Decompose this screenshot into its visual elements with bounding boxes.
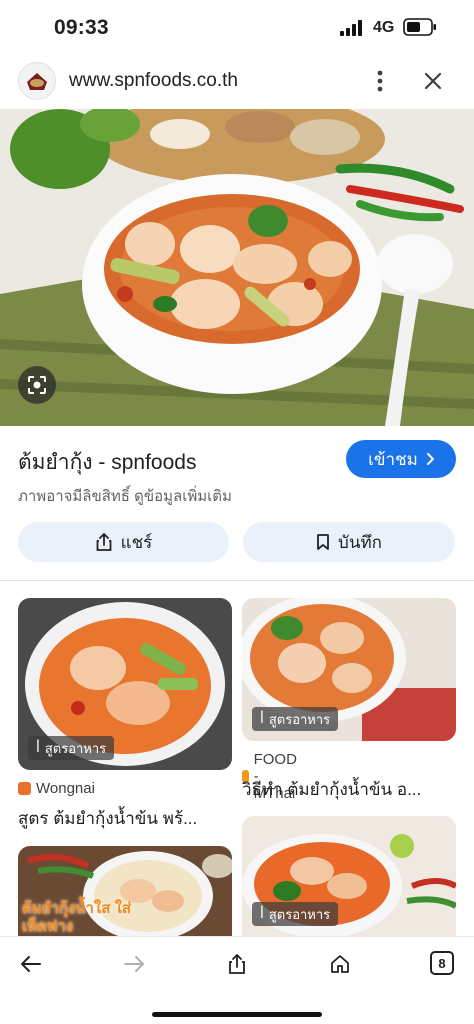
home-button[interactable] [325,949,355,979]
divider [0,580,474,581]
site-logo-icon[interactable] [18,62,56,100]
share-icon [229,954,245,974]
related-thumbnail[interactable]: ต้มยำกุ้งน้ำใส ใส่เห็ดฟาง [18,846,232,936]
related-thumbnail[interactable]: ꟾ สูตรอาหาร [18,598,232,770]
cell-signal-icon [340,20,362,36]
tom-yum-soup-image [0,109,474,426]
related-title[interactable]: สูตร ต้มยำกุ้งน้ำข้น พร้... [18,805,232,832]
lens-icon [28,376,46,394]
related-thumbnail[interactable]: ꟾ สูตรอาหาร [242,816,456,936]
arrow-right-icon [124,956,144,972]
recipe-chip-label: สูตรอาหาร [268,906,331,922]
share-page-button[interactable] [222,949,252,979]
related-thumbnail[interactable]: ꟾ สูตรอาหาร [242,598,456,741]
more-options-icon[interactable] [370,68,390,94]
visit-button[interactable]: เข้าชม [346,440,456,478]
source-name: Wongnai [36,780,95,797]
bookmark-icon [317,534,329,550]
recipe-chip: ꟾ สูตรอาหาร [28,736,115,760]
battery-icon [403,18,436,36]
back-button[interactable] [16,949,46,979]
forward-button[interactable] [119,949,149,979]
chevron-right-icon [426,453,434,465]
network-type: 4G [373,19,395,36]
result-source: Wongnai [18,780,95,797]
recipe-chip-label: สูตรอาหาร [268,711,331,727]
recipe-chip: ꟾ สูตรอาหาร [252,902,339,926]
home-indicator[interactable] [152,1012,322,1017]
home-icon [331,955,349,973]
arrow-left-icon [21,956,41,972]
utensils-icon: ꟾ [260,711,264,726]
bottom-toolbar: 8 [0,936,474,1024]
visit-button-label: เข้าชม [368,449,418,469]
share-button[interactable]: แชร์ [18,522,229,562]
recipe-chip: ꟾ สูตรอาหาร [252,707,339,731]
url-bar: www.spnfoods.co.th [0,56,474,108]
result-title: ต้มยำกุ้ง - spnfoods [18,451,197,474]
lens-search-button[interactable] [18,366,56,404]
clock: 09:33 [54,16,109,39]
save-label: บันทึก [338,532,382,552]
tab-switcher-button[interactable]: 8 [430,951,454,975]
thumbnail-overlay-text: ต้มยำกุ้งน้ำใส ใส่เห็ดฟาง [22,900,132,935]
related-title[interactable]: วิธีทำ ต้มยำกุ้งน้ำข้น อ... [242,776,456,803]
utensils-icon: ꟾ [36,740,40,755]
copyright-notice[interactable]: ภาพอาจมีลิขสิทธิ์ ดูข้อมูลเพิ่มเติม [18,484,232,508]
save-button[interactable]: บันทึก [243,522,455,562]
status-bar: 09:33 4G [0,0,474,56]
recipe-chip-label: สูตรอาหาร [44,740,107,756]
share-label: แชร์ [120,532,153,552]
share-icon [96,533,112,551]
wongnai-favicon-icon [18,782,31,795]
page-url[interactable]: www.spnfoods.co.th [69,70,238,92]
close-icon[interactable] [420,68,446,94]
utensils-icon: ꟾ [260,906,264,921]
